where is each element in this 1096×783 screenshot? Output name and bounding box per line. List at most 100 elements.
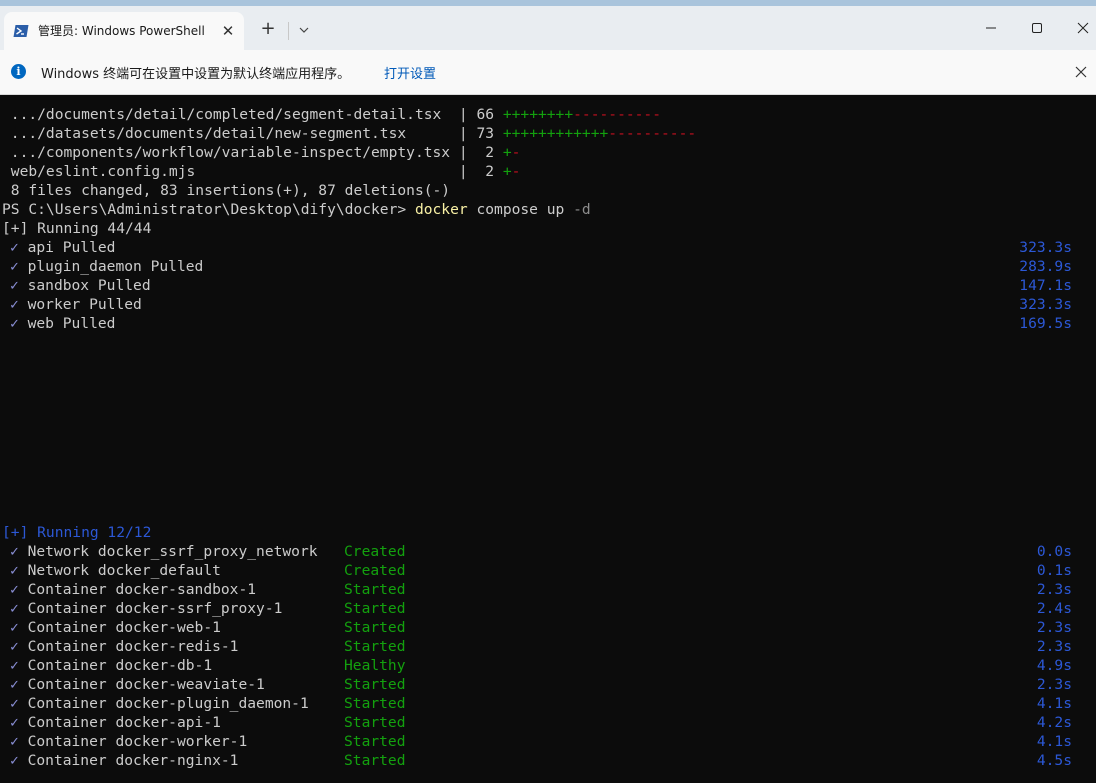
check-icon: ✓	[10, 752, 19, 769]
check-icon: ✓	[10, 581, 19, 598]
prompt-command: docker	[414, 201, 468, 218]
run-item-name: Container docker-plugin_daemon-1	[27, 695, 309, 712]
check-icon: ✓	[10, 619, 19, 636]
run-item-name: Container docker-weaviate-1	[27, 676, 265, 693]
run-item-name: Network docker_ssrf_proxy_network	[27, 543, 318, 560]
pull-time: 323.3s	[1019, 239, 1072, 256]
pull-item: ✓ api Pulled	[10, 239, 116, 256]
run-item: ✓ Network docker_default	[10, 561, 221, 580]
run-item: ✓ Container docker-ssrf_proxy-1	[10, 599, 282, 618]
close-icon	[1077, 22, 1089, 34]
run-item-name: Container docker-db-1	[27, 657, 213, 674]
tab-dropdown-button[interactable]	[292, 18, 316, 42]
check-icon: ✓	[10, 562, 19, 579]
run-item-time: 2.3s	[1036, 581, 1072, 598]
run-item-status: Healthy	[344, 657, 406, 674]
tab-close-icon[interactable]: ✕	[218, 21, 238, 41]
check-icon: ✓	[10, 315, 19, 332]
pull-item: ✓ web Pulled	[10, 315, 116, 332]
pull-time: 323.3s	[1019, 296, 1072, 313]
run-item-time: 4.5s	[1036, 752, 1072, 769]
tab-separator	[288, 22, 289, 40]
check-icon: ✓	[10, 258, 19, 275]
run-item-status: Started	[344, 600, 406, 617]
pull-item: ✓ worker Pulled	[10, 296, 142, 313]
run-item-status: Started	[344, 638, 406, 655]
run-item-time: 0.0s	[1036, 543, 1072, 560]
run-item-time: 2.3s	[1036, 619, 1072, 636]
info-icon: i	[11, 64, 26, 79]
pull-item: ✓ plugin_daemon Pulled	[10, 258, 204, 275]
pull-header: [+] Running 44/44	[2, 220, 152, 237]
run-item-time: 4.1s	[1036, 733, 1072, 750]
run-item-time: 2.3s	[1036, 638, 1072, 655]
run-item-status: Started	[344, 695, 406, 712]
run-item-status: Started	[344, 619, 406, 636]
run-item-status: Started	[344, 752, 406, 769]
check-icon: ✓	[10, 733, 19, 750]
maximize-icon	[1032, 23, 1042, 33]
terminal-output[interactable]: .../documents/detail/completed/segment-d…	[0, 96, 1096, 783]
run-item: ✓ Container docker-sandbox-1	[10, 580, 256, 599]
minimize-button[interactable]	[968, 12, 1014, 44]
git-stat-line: .../components/workflow/variable-inspect…	[2, 144, 521, 161]
run-item-status: Started	[344, 676, 406, 693]
tab-title: 管理员: Windows PowerShell	[38, 24, 205, 38]
new-tab-button[interactable]: +	[254, 18, 282, 42]
run-item: ✓ Container docker-web-1	[10, 618, 221, 637]
run-item-name: Container docker-api-1	[27, 714, 221, 731]
run-item-time: 2.3s	[1036, 676, 1072, 693]
run-item-status: Started	[344, 733, 406, 750]
pull-time: 147.1s	[1019, 277, 1072, 294]
run-item-name: Container docker-web-1	[27, 619, 221, 636]
run-item: ✓ Container docker-redis-1	[10, 637, 238, 656]
check-icon: ✓	[10, 543, 19, 560]
run-item-status: Started	[344, 714, 406, 731]
run-item: ✓ Container docker-worker-1	[10, 732, 247, 751]
run-item: ✓ Network docker_ssrf_proxy_network	[10, 542, 318, 561]
close-icon	[1075, 66, 1087, 78]
run-header: [+] Running 12/12	[2, 524, 152, 541]
tab-powershell[interactable]: 管理员: Windows PowerShell ✕	[4, 12, 244, 52]
run-item-time: 4.1s	[1036, 695, 1072, 712]
run-item-status: Started	[344, 581, 406, 598]
pull-time: 169.5s	[1019, 315, 1072, 332]
run-item-status: Created	[344, 562, 406, 579]
close-window-button[interactable]	[1060, 12, 1096, 44]
check-icon: ✓	[10, 695, 19, 712]
run-item-name: Container docker-ssrf_proxy-1	[27, 600, 283, 617]
run-item: ✓ Container docker-nginx-1	[10, 751, 238, 770]
pull-time: 283.9s	[1019, 258, 1072, 275]
run-item-name: Container docker-redis-1	[27, 638, 239, 655]
check-icon: ✓	[10, 657, 19, 674]
check-icon: ✓	[10, 239, 19, 256]
infobar-close-button[interactable]	[1071, 62, 1091, 82]
git-summary: 8 files changed, 83 insertions(+), 87 de…	[2, 182, 451, 199]
info-bar: i Windows 终端可在设置中设置为默认终端应用程序。 打开设置	[0, 50, 1096, 95]
check-icon: ✓	[10, 638, 19, 655]
run-item: ✓ Container docker-weaviate-1	[10, 675, 265, 694]
powershell-icon	[13, 25, 29, 37]
check-icon: ✓	[10, 600, 19, 617]
minimize-icon	[986, 27, 996, 29]
run-item-time: 2.4s	[1036, 600, 1072, 617]
run-item-time: 0.1s	[1036, 562, 1072, 579]
run-item-name: Network docker_default	[27, 562, 221, 579]
prompt-flag: -d	[573, 201, 591, 218]
run-item-name: Container docker-sandbox-1	[27, 581, 257, 598]
run-item-time: 4.2s	[1036, 714, 1072, 731]
git-stat-line: .../documents/detail/completed/segment-d…	[2, 106, 662, 123]
run-item-name: Container docker-nginx-1	[27, 752, 239, 769]
open-settings-link[interactable]: 打开设置	[384, 63, 436, 82]
title-bar: 管理员: Windows PowerShell ✕ +	[0, 0, 1096, 52]
run-item-status: Created	[344, 543, 406, 560]
run-item-name: Container docker-worker-1	[27, 733, 248, 750]
run-item: ✓ Container docker-api-1	[10, 713, 221, 732]
prompt-path: PS C:\Users\Administrator\Desktop\dify\d…	[2, 201, 415, 218]
git-stat-line: .../datasets/documents/detail/new-segmen…	[2, 125, 697, 142]
git-stat-line: web/eslint.config.mjs | 2 +-	[2, 163, 521, 180]
command-prompt: PS C:\Users\Administrator\Desktop\dify\d…	[2, 201, 591, 218]
maximize-button[interactable]	[1014, 12, 1060, 44]
check-icon: ✓	[10, 676, 19, 693]
run-item-time: 4.9s	[1036, 657, 1072, 674]
